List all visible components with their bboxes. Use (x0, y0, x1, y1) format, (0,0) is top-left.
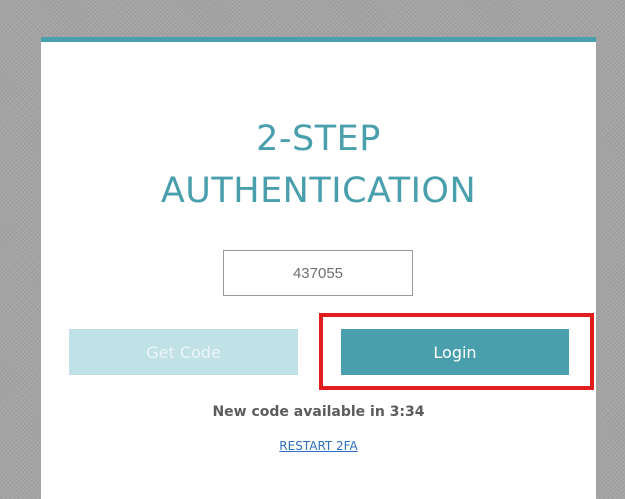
title-line-2: AUTHENTICATION (160, 171, 477, 211)
page-title: 2-STEP AUTHENTICATION (41, 113, 596, 217)
login-button[interactable]: Login (341, 329, 569, 375)
restart-2fa-link[interactable]: RESTART 2FA (279, 439, 357, 453)
restart-link-container: RESTART 2FA (41, 439, 596, 453)
auth-card: 2-STEP AUTHENTICATION Get Code Login New… (41, 37, 596, 499)
verification-code-input[interactable] (223, 250, 413, 296)
title-line-1: 2-STEP (256, 119, 381, 159)
countdown-text: New code available in 3:34 (212, 404, 425, 420)
get-code-button[interactable]: Get Code (69, 329, 298, 375)
